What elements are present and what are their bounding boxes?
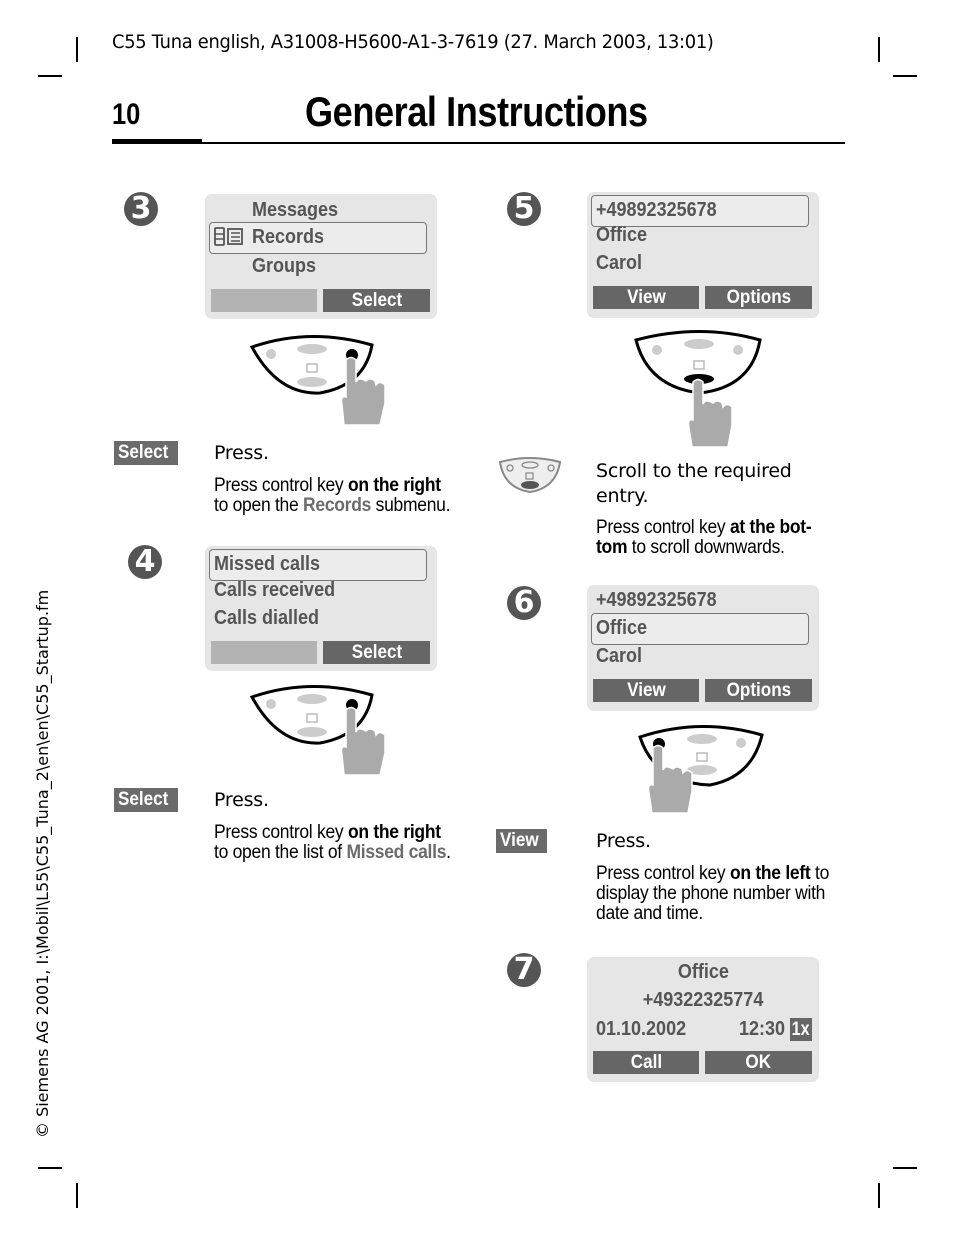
step-number-4: 4 bbox=[128, 545, 162, 579]
phonebook-icon bbox=[214, 227, 243, 246]
view-softkey-label: View bbox=[496, 829, 547, 853]
side-copyright: © Siemens AG 2001, I:\Mobil\L55\C55_Tuna… bbox=[33, 589, 52, 1138]
desc-text: Press control key bbox=[214, 475, 348, 496]
desc-highlight: Missed calls bbox=[346, 842, 447, 863]
desc-text: to scroll downwards. bbox=[627, 537, 785, 558]
desc-text: Press control key bbox=[214, 822, 348, 843]
list-item: +49892325678 bbox=[596, 589, 717, 611]
softkey-left bbox=[211, 641, 317, 664]
select-softkey-label: Select bbox=[114, 441, 178, 465]
softkey-ok: OK bbox=[705, 1051, 812, 1074]
desc-bold: on the left bbox=[729, 863, 811, 884]
instruction-scroll: Scroll to the required entry. bbox=[596, 459, 792, 509]
phone-screen-step3: Messages Records Groups Select bbox=[205, 194, 437, 319]
crop-mark bbox=[38, 1167, 62, 1169]
desc-bold: tom bbox=[596, 537, 628, 558]
softkey-select: Select bbox=[323, 641, 430, 664]
menu-item-selected: Records bbox=[209, 222, 427, 254]
document-header: C55 Tuna english, A31008-H5600-A1-3-7619… bbox=[112, 31, 714, 53]
softkey-view: View bbox=[593, 286, 699, 309]
title-rule bbox=[112, 142, 845, 144]
desc-text: date and time. bbox=[596, 903, 703, 924]
control-key-press-bottom-icon bbox=[634, 330, 762, 448]
desc-text: to open the bbox=[214, 495, 304, 516]
menu-item: Calls received bbox=[214, 579, 336, 601]
desc-bold: on the right bbox=[347, 475, 441, 496]
desc-text: to bbox=[810, 863, 830, 884]
desc-text: submenu. bbox=[371, 495, 451, 516]
scroll-text: Scroll to the required bbox=[596, 460, 792, 482]
control-key-bottom-icon bbox=[498, 457, 562, 494]
menu-item: Calls dialled bbox=[214, 607, 320, 629]
crop-mark bbox=[76, 37, 78, 62]
softkey-view: View bbox=[593, 679, 699, 702]
list-item: Office bbox=[596, 224, 648, 246]
scroll-text: entry. bbox=[596, 485, 649, 507]
crop-mark bbox=[893, 1167, 917, 1169]
phone-screen-step6: +49892325678 Office Carol View Options bbox=[587, 585, 819, 711]
step-number-5: 5 bbox=[507, 192, 541, 226]
phone-screen-step7: Office +49322325774 01.10.2002 12:30 1x … bbox=[587, 957, 819, 1082]
page-number: 10 bbox=[112, 98, 141, 131]
desc-text: Press control key bbox=[596, 517, 730, 538]
step-number-7: 7 bbox=[507, 953, 541, 987]
desc-bold: at the bot- bbox=[729, 517, 812, 538]
softkey-call: Call bbox=[593, 1051, 699, 1074]
instruction-description: Press control key at the bot-tom to scro… bbox=[596, 518, 830, 558]
crop-mark bbox=[878, 37, 880, 62]
desc-text: to open the list of bbox=[214, 842, 347, 863]
crop-mark bbox=[38, 75, 62, 77]
instruction-description: Press control key on the right to open th… bbox=[214, 476, 471, 516]
contact-number: +49322325774 bbox=[642, 989, 764, 1011]
instruction-description: Press control key on the right to open th… bbox=[214, 823, 471, 863]
control-key-press-right-icon bbox=[249, 685, 386, 776]
contact-name: Office bbox=[677, 961, 729, 983]
crop-mark bbox=[878, 1183, 880, 1208]
instruction-press: Press. bbox=[214, 789, 269, 811]
phone-screen-step5: +49892325678 Office Carol View Options bbox=[587, 192, 819, 318]
list-item: Carol bbox=[596, 252, 643, 274]
select-softkey-label: Select bbox=[114, 788, 178, 812]
desc-text: Press control key bbox=[596, 863, 730, 884]
control-key-press-right-icon bbox=[249, 335, 386, 426]
control-key-press-left-icon bbox=[638, 725, 764, 814]
softkey-select: Select bbox=[323, 289, 430, 312]
instruction-description: Press control key on the left to display … bbox=[596, 864, 849, 924]
crop-mark bbox=[76, 1183, 78, 1208]
softkey-options: Options bbox=[705, 286, 812, 309]
step-number-6: 6 bbox=[507, 586, 541, 620]
desc-text: . bbox=[446, 842, 451, 863]
list-item-selected: Office bbox=[591, 613, 809, 645]
menu-item: Groups bbox=[252, 255, 317, 277]
instruction-press: Press. bbox=[596, 830, 651, 852]
crop-mark bbox=[893, 75, 917, 77]
softkey-options: Options bbox=[705, 679, 812, 702]
instruction-press: Press. bbox=[214, 442, 269, 464]
phone-screen-step4: Missed calls Calls received Calls dialle… bbox=[205, 546, 437, 671]
desc-bold: on the right bbox=[347, 822, 441, 843]
list-item: Carol bbox=[596, 645, 643, 667]
desc-highlight: Records bbox=[303, 495, 372, 516]
softkey-left bbox=[211, 289, 317, 312]
call-count-badge: 1x bbox=[790, 1018, 812, 1041]
desc-text: display the phone number with bbox=[596, 883, 826, 904]
step-number-3: 3 bbox=[124, 192, 158, 226]
page-title: General Instructions bbox=[305, 88, 648, 135]
